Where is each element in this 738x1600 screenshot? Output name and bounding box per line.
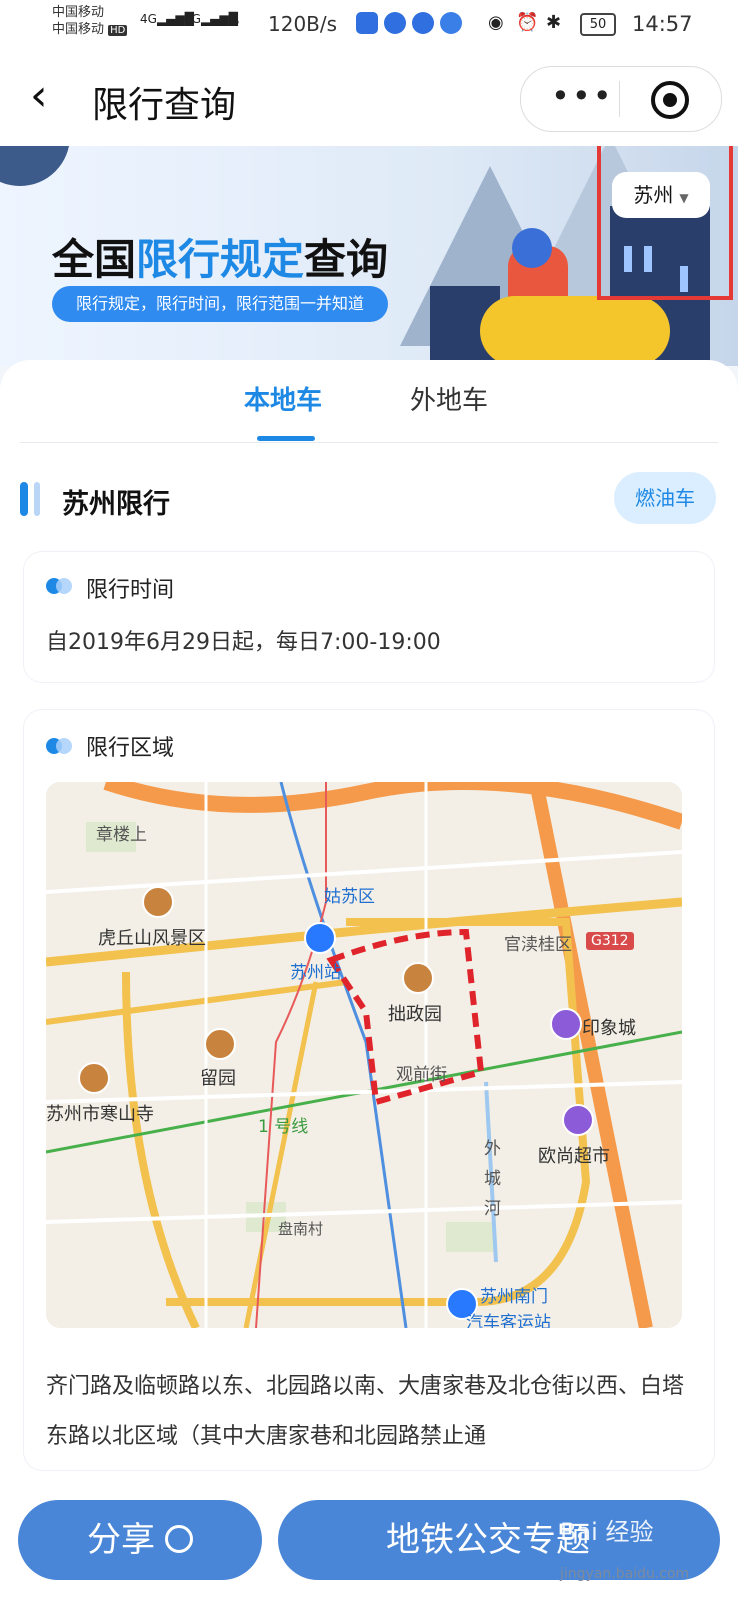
wifi-icon: ◠ <box>224 12 240 33</box>
paw-app-icon-2 <box>412 12 434 34</box>
train-station-icon <box>304 922 336 954</box>
map-label: 苏州南门 <box>480 1287 548 1307</box>
map-label: 留园 <box>200 1068 236 1089</box>
section-marker <box>20 482 28 516</box>
fuel-type-button[interactable]: 燃油车 <box>614 472 716 524</box>
banner: 全国限行规定查询 限行规定，限行时间，限行范围一并知道 苏州 ▼ <box>0 146 738 366</box>
net-speed: 120B/s <box>268 12 338 36</box>
map-label: 章楼上 <box>96 825 147 845</box>
time-box-title: 限行时间 <box>86 578 175 603</box>
bulb-app-icon <box>356 12 378 34</box>
share-icon <box>165 1524 193 1553</box>
capsule-divider <box>619 81 620 117</box>
tab-nonlocal-car[interactable]: 外地车 <box>410 380 488 417</box>
restriction-region-box: 限行区域 章楼上 姑苏区 虎丘山风景区 苏州站 官渎桂区 G312 拙政园 印象… <box>24 710 714 1470</box>
carrier-info: 中国移动 中国移动 HD <box>52 4 128 39</box>
region-box-title: 限行区域 <box>86 736 175 761</box>
nav-bar: ‹ 限行查询 ••• <box>0 50 738 146</box>
map-label: 拙政园 <box>388 1004 442 1025</box>
main-card: 本地车 外地车 苏州限行 燃油车 限行时间 自2019年6月29日起，每日7:0… <box>0 360 738 1600</box>
rider-helmet <box>512 228 552 268</box>
bottom-bar: 分享 地铁公交专题 Bai 经验 jingyan.baidu.com <box>0 1482 738 1600</box>
map-label: 1 号线 <box>258 1117 309 1137</box>
landmark-icon <box>402 962 434 994</box>
alarm-icon: ⏰ <box>516 12 539 33</box>
landmark-icon <box>204 1028 236 1060</box>
landmark-icon <box>78 1062 110 1094</box>
scooter-illustration <box>480 296 670 366</box>
banner-title: 全国限行规定查询 <box>52 235 389 284</box>
city-selector[interactable]: 苏州 ▼ <box>612 172 710 218</box>
watermark-url: jingyan.baidu.com <box>560 1566 690 1582</box>
map-label: 汽车客运站 <box>466 1313 551 1328</box>
app-icon <box>440 12 462 34</box>
banner-subtitle: 限行规定，限行时间，限行范围一并知道 <box>52 286 389 322</box>
hd-badge: HD <box>108 25 128 36</box>
section-title: 苏州限行 <box>62 489 170 520</box>
restriction-map[interactable]: 章楼上 姑苏区 虎丘山风景区 苏州站 官渎桂区 G312 拙政园 印象城 留园 … <box>46 782 682 1328</box>
caret-down-icon: ▼ <box>679 191 689 205</box>
shopping-icon <box>550 1008 582 1040</box>
status-bar: 中国移动 中国移动 HD 4G▂▄▆█ 4G▂▄▆█ ◠ 120B/s ◉ ⏰ … <box>0 0 738 50</box>
dot-icon <box>46 578 72 594</box>
restriction-time-box: 限行时间 自2019年6月29日起，每日7:00-19:00 <box>24 552 714 682</box>
share-button[interactable]: 分享 <box>18 1500 262 1580</box>
close-target-icon[interactable] <box>651 81 689 119</box>
tab-local-car[interactable]: 本地车 <box>244 380 322 417</box>
map-label: 苏州市寒山寺 <box>46 1104 154 1125</box>
eye-icon: ◉ <box>488 12 504 33</box>
dot-icon <box>46 738 72 754</box>
decorative-circle <box>0 146 70 186</box>
region-description: 齐门路及临顿路以东、北园路以南、大唐家巷及北仓街以西、白塔东路以北区域（其中大唐… <box>46 1374 685 1449</box>
city-label: 苏州 <box>633 183 674 207</box>
share-label: 分享 <box>87 1520 155 1560</box>
shopping-icon <box>562 1104 594 1136</box>
back-chevron-icon[interactable]: ‹ <box>30 70 48 121</box>
battery-icon: 50 <box>580 13 616 36</box>
map-label: 欧尚超市 <box>538 1146 610 1167</box>
carrier-2: 中国移动 <box>52 22 105 37</box>
miniprogram-capsule: ••• <box>520 66 722 132</box>
map-roads <box>46 782 682 1328</box>
map-label: 盘南村 <box>278 1220 324 1238</box>
highlight-box <box>597 146 733 300</box>
watermark-logo: Bai 经验 <box>560 1518 654 1546</box>
landmark-icon <box>142 886 174 918</box>
map-label: 苏州站 <box>290 963 341 983</box>
map-label: 虎丘山风景区 <box>98 928 206 949</box>
more-dots-icon[interactable]: ••• <box>551 77 614 115</box>
bluetooth-icon: ✱ <box>546 12 562 33</box>
map-label: 河 <box>484 1199 501 1219</box>
map-label: 城 <box>484 1169 501 1189</box>
tab-indicator <box>257 436 315 441</box>
tab-divider <box>20 442 718 443</box>
map-label: 外 <box>484 1139 501 1159</box>
map-label: 观前街 <box>396 1065 447 1085</box>
page-title: 限行查询 <box>92 85 237 126</box>
time-box-text: 自2019年6月29日起，每日7:00-19:00 <box>46 630 441 655</box>
map-label: 印象城 <box>582 1018 636 1039</box>
map-label: 姑苏区 <box>324 887 375 907</box>
highway-badge: G312 <box>586 932 634 950</box>
carrier-1: 中国移动 <box>52 5 105 20</box>
map-label: 官渎桂区 <box>504 935 572 955</box>
clock: 14:57 <box>632 12 693 36</box>
paw-app-icon <box>384 12 406 34</box>
section-marker-2 <box>34 482 40 516</box>
